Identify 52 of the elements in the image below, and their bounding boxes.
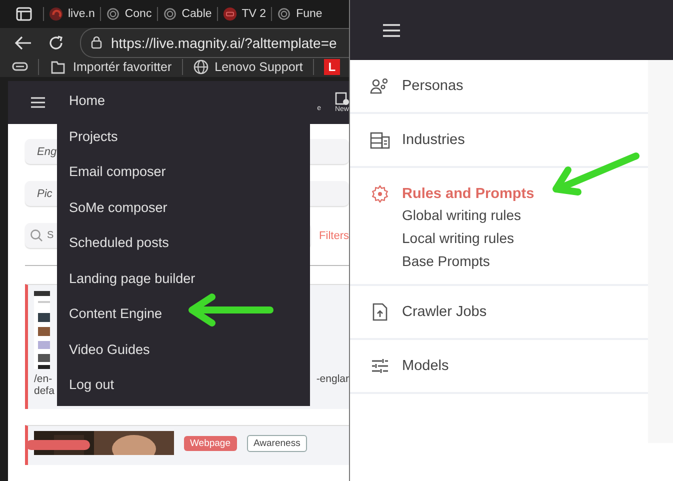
swirl-icon — [49, 6, 63, 21]
sidebar-item[interactable]: Personas — [370, 77, 648, 95]
sidebar-toggle-icon[interactable] — [16, 6, 32, 21]
menu-item[interactable]: Log out — [57, 367, 310, 402]
menu-item[interactable]: Landing page builder — [57, 260, 310, 296]
menu-item[interactable]: Home — [57, 83, 310, 118]
card-text: -englar — [316, 373, 349, 385]
bookmarks-icon[interactable] — [12, 61, 28, 74]
card-text: /en- — [34, 373, 52, 385]
browser-tab[interactable]: Cable — [156, 6, 217, 21]
card-text: defa — [34, 385, 54, 397]
document-icon — [334, 92, 349, 105]
menu-item[interactable]: SoMe composer — [57, 190, 310, 225]
browser-tab[interactable]: Conc — [100, 6, 157, 21]
bookmark-badge[interactable]: L — [324, 59, 340, 76]
bookmark[interactable]: Importér favoritter — [49, 59, 172, 76]
file-upload-icon — [370, 303, 390, 321]
menu-item[interactable]: Projects — [57, 118, 310, 154]
menu-item[interactable]: Video Guides — [57, 332, 310, 367]
sidebar-item[interactable]: Crawler Jobs — [370, 303, 648, 321]
search-icon — [30, 229, 43, 242]
content-card[interactable]: Webpage Awareness — [25, 425, 349, 465]
menu-item[interactable]: Scheduled posts — [57, 225, 310, 260]
menu-icon[interactable] — [31, 97, 45, 108]
lock-icon — [91, 36, 102, 50]
knot-icon — [162, 6, 177, 21]
browser-tab[interactable]: TV 2 — [216, 6, 272, 21]
sliders-icon — [370, 358, 390, 374]
building-icon — [370, 132, 390, 148]
submenu-item[interactable]: Local writing rules — [370, 226, 648, 249]
knot-icon — [277, 6, 292, 21]
campaign-badge — [26, 440, 90, 450]
people-icon — [370, 78, 390, 94]
globe-icon — [192, 59, 209, 76]
tag: Awareness — [246, 434, 308, 452]
tag: Webpage — [184, 436, 236, 450]
submenu-item[interactable]: Base Prompts — [370, 249, 648, 272]
menu-item[interactable]: Content Engine — [57, 296, 310, 332]
sidebar-item[interactable]: Industries — [370, 131, 648, 149]
menu-item[interactable]: Email composer — [57, 154, 310, 190]
gear-icon — [370, 185, 390, 203]
menu-icon[interactable] — [383, 24, 400, 36]
browser-tab[interactable]: live.n — [43, 6, 100, 21]
sidebar-item[interactable]: Models — [370, 357, 648, 375]
folder-icon — [49, 59, 67, 76]
reload-icon[interactable] — [48, 34, 64, 51]
tv-logo-icon — [222, 6, 237, 21]
knot-icon — [106, 6, 120, 21]
back-icon[interactable] — [14, 34, 32, 51]
bookmark[interactable]: Lenovo Support — [192, 59, 303, 76]
submenu-item[interactable]: Global writing rules — [370, 203, 648, 226]
browser-tab[interactable]: Fune — [271, 6, 328, 21]
